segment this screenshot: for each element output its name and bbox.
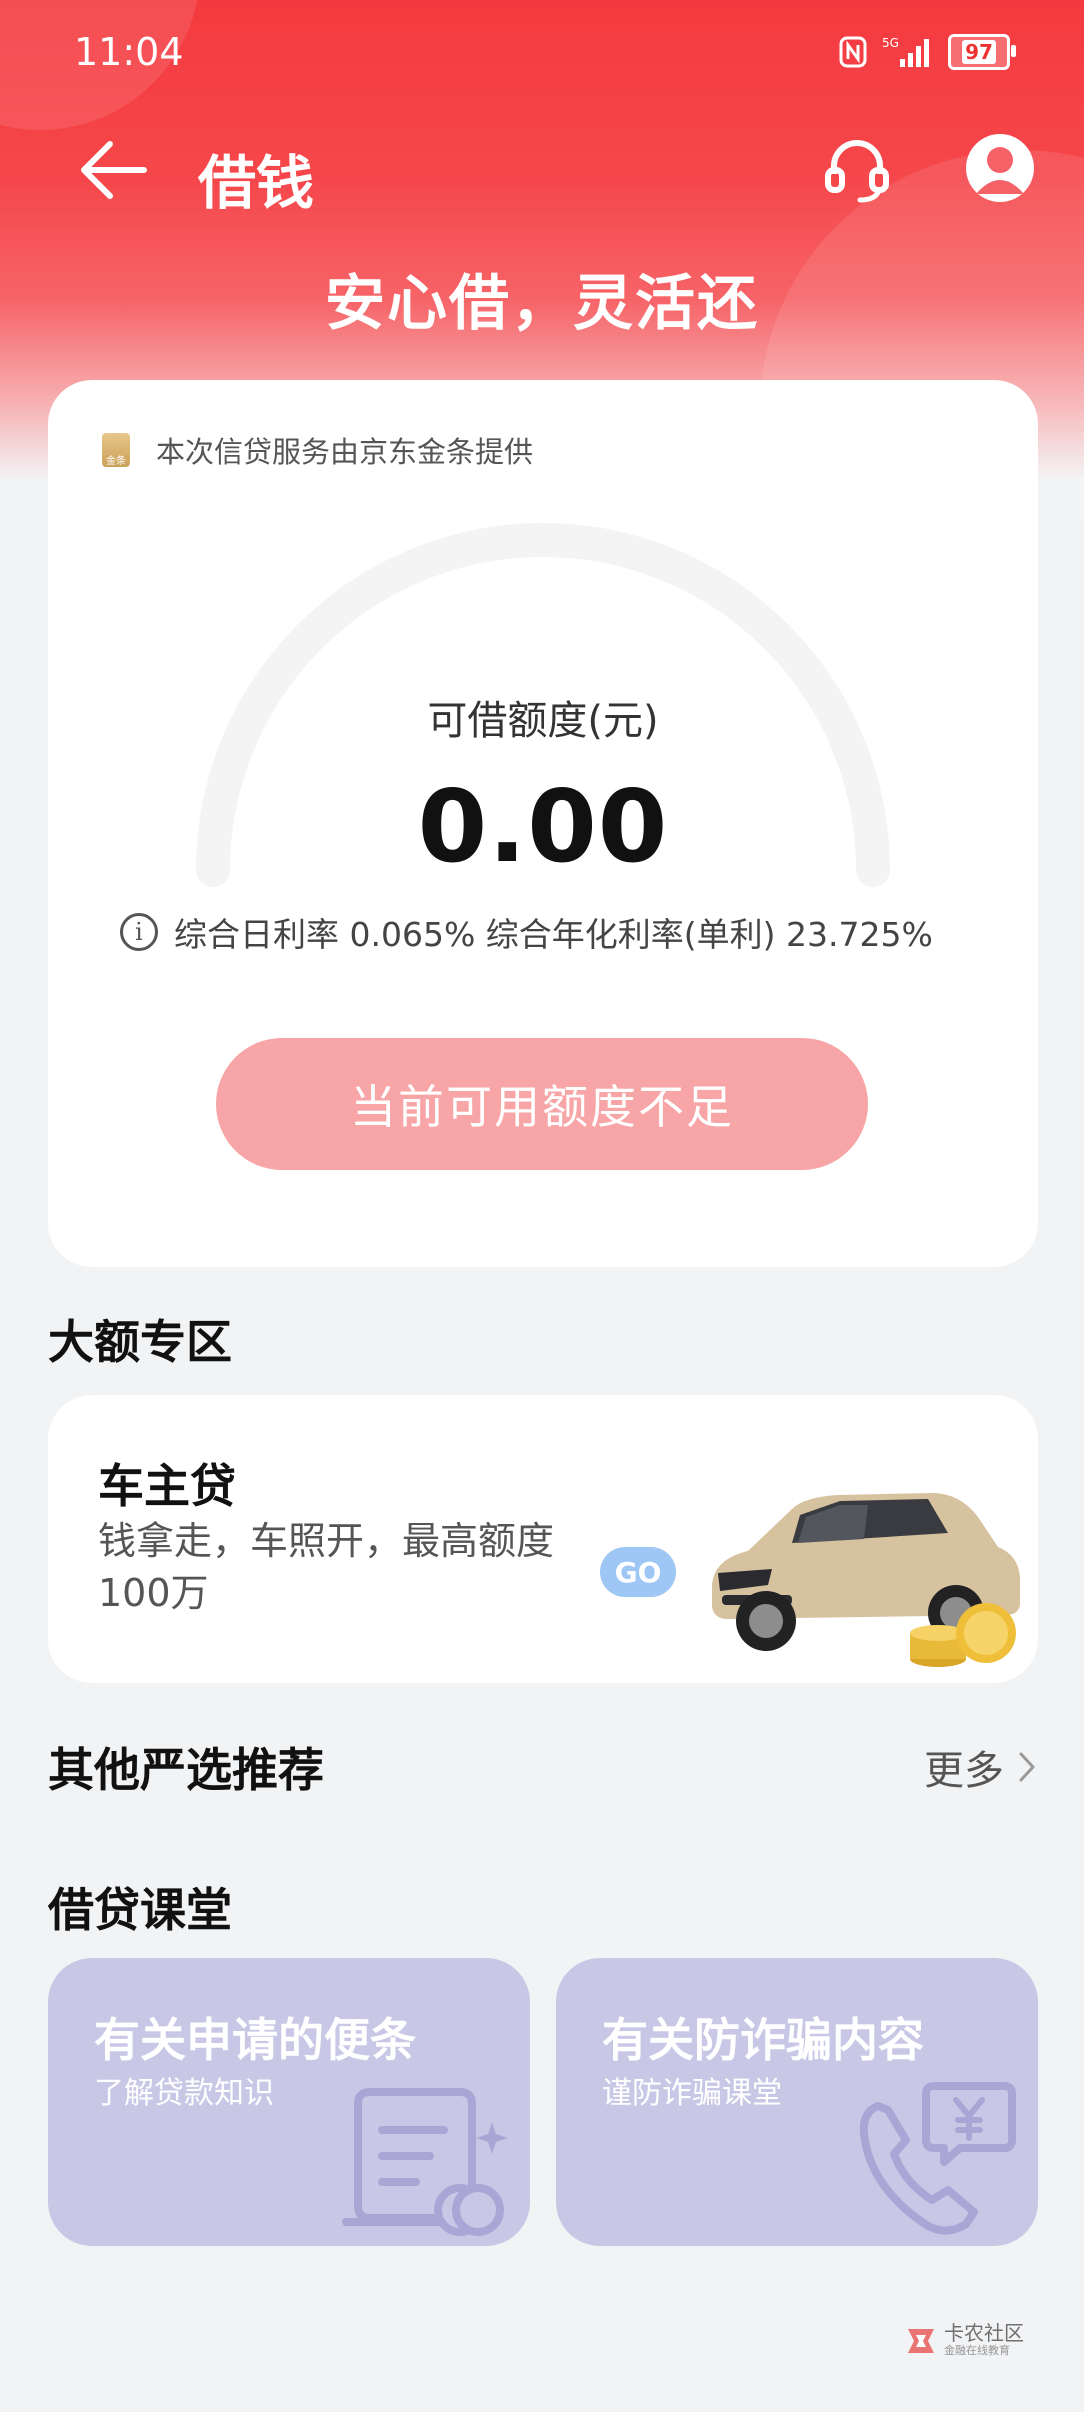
borrow-button[interactable]: 当前可用额度不足: [216, 1038, 868, 1170]
class-card-title: 有关申请的便条: [94, 2013, 416, 2067]
network-label: 5G: [882, 36, 899, 50]
class-card-application[interactable]: 有关申请的便条 了解贷款知识: [48, 1958, 530, 2246]
slogan: 安心借，灵活还: [325, 269, 759, 339]
class-card-subtitle: 了解贷款知识: [94, 2076, 274, 2111]
recommend-title: 其他严选推荐: [48, 1743, 324, 1797]
user-avatar-icon[interactable]: [966, 134, 1034, 202]
battery-level: 97: [962, 40, 996, 64]
nfc-icon: [839, 36, 867, 68]
watermark-logo-icon: [908, 2329, 934, 2353]
classroom-title: 借贷课堂: [48, 1883, 232, 1937]
provider-text: 本次信贷服务由京东金条提供: [156, 435, 534, 469]
car-loan-card[interactable]: 车主贷 钱拿走，车照开，最高额度100万 GO: [48, 1395, 1038, 1683]
provider-info: 金条 本次信贷服务由京东金条提供: [102, 430, 533, 470]
chevron-right-icon: [1019, 1752, 1035, 1782]
signal-icon: 5G: [882, 36, 929, 67]
rate-row: i 综合日利率 0.065% 综合年化利率(单利) 23.725%: [120, 907, 933, 957]
more-label: 更多: [924, 1748, 1004, 1794]
go-button[interactable]: GO: [600, 1547, 676, 1597]
phone-yuan-icon: [859, 2082, 1016, 2235]
loan-limit-card: 金条 本次信贷服务由京东金条提供 可借额度(元) 0.00 i 综合日利率 0.…: [48, 380, 1038, 1267]
car-loan-desc: 钱拿走，车照开，最高额度100万: [98, 1519, 555, 1615]
large-zone-title: 大额专区: [48, 1315, 232, 1369]
back-arrow-icon[interactable]: [76, 138, 148, 202]
more-link[interactable]: 更多: [924, 1738, 1036, 1796]
rate-text: 综合日利率 0.065% 综合年化利率(单利) 23.725%: [174, 915, 933, 954]
class-card-title: 有关防诈骗内容: [602, 2013, 924, 2067]
watermark-sub: 金融在线教育: [944, 2344, 1010, 2357]
class-card-anti-fraud[interactable]: 有关防诈骗内容 谨防诈骗课堂: [556, 1958, 1038, 2246]
document-icon: [342, 2088, 508, 2236]
limit-value: 0.00: [417, 768, 669, 885]
page-title: 借钱: [198, 149, 315, 217]
jd-jintiao-logo-icon: 金条: [102, 433, 130, 467]
watermark-main: 卡农社区: [944, 2321, 1024, 2345]
battery-icon: 97: [948, 34, 1016, 70]
status-icons: 5G 97: [838, 30, 1016, 74]
class-card-subtitle: 谨防诈骗课堂: [602, 2076, 782, 2111]
customer-service-icon[interactable]: [820, 132, 894, 206]
status-bar: 11:04 5G 97: [0, 0, 1084, 100]
nav-bar: 借钱: [0, 110, 1084, 230]
limit-label: 可借额度(元): [427, 698, 659, 744]
car-illustration-icon: [712, 1493, 1020, 1667]
status-time: 11:04: [74, 30, 184, 74]
info-icon[interactable]: i: [120, 913, 158, 951]
car-loan-title: 车主贷: [98, 1459, 236, 1513]
watermark: 卡农社区 金融在线教育: [904, 2322, 1024, 2358]
